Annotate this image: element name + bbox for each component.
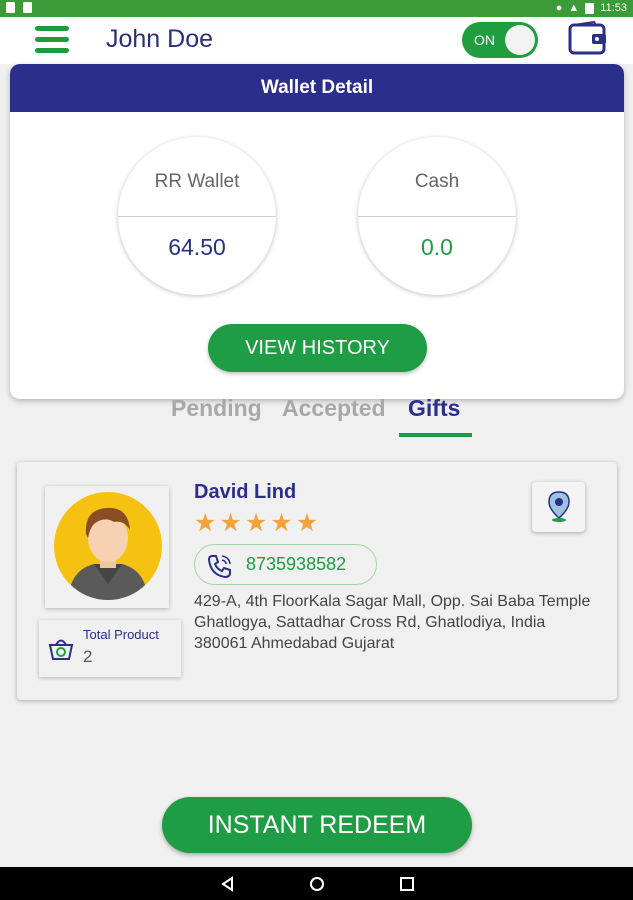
status-bar: ● ▲ 11:53 bbox=[0, 0, 633, 17]
star-icon: ★ bbox=[270, 509, 293, 537]
tab-accepted[interactable]: Accepted bbox=[282, 395, 386, 422]
location-button[interactable] bbox=[532, 482, 585, 532]
instant-redeem-button[interactable]: INSTANT REDEEM bbox=[162, 797, 472, 853]
signal-icon: ▲ bbox=[568, 2, 580, 14]
avatar-frame bbox=[45, 486, 169, 608]
total-product-label: Total Product bbox=[83, 627, 159, 642]
back-icon[interactable] bbox=[218, 874, 238, 894]
divider bbox=[118, 216, 276, 217]
tab-pending[interactable]: Pending bbox=[171, 395, 262, 422]
cash-label: Cash bbox=[414, 171, 460, 192]
gift-card[interactable]: Total Product 2 David Lind ★ ★ ★ ★ ★ 873… bbox=[17, 462, 617, 700]
divider bbox=[358, 216, 516, 217]
tab-gifts[interactable]: Gifts bbox=[408, 395, 460, 422]
phone-number: 8735938582 bbox=[246, 554, 347, 574]
lock-icon bbox=[23, 2, 32, 13]
hamburger-menu-icon[interactable] bbox=[35, 24, 69, 56]
total-product-box: Total Product 2 bbox=[39, 620, 181, 677]
map-pin-icon bbox=[548, 491, 570, 522]
battery-icon bbox=[585, 2, 595, 14]
system-nav-bar bbox=[0, 867, 633, 900]
active-tab-indicator bbox=[399, 433, 472, 437]
home-icon[interactable] bbox=[307, 874, 327, 894]
phone-call-button[interactable]: 8735938582 bbox=[194, 544, 377, 585]
rr-wallet-circle: RR Wallet 64.50 bbox=[118, 137, 276, 295]
rr-wallet-value: 64.50 bbox=[168, 234, 226, 260]
toggle-knob bbox=[505, 25, 535, 55]
rr-wallet-label: RR Wallet bbox=[154, 171, 240, 192]
app-bar: John Doe ON bbox=[0, 17, 633, 64]
phone-icon bbox=[207, 555, 231, 579]
recipient-name: David Lind bbox=[194, 481, 297, 503]
user-name-title: John Doe bbox=[106, 25, 214, 53]
location-status-icon: ● bbox=[555, 2, 563, 14]
cash-value: 0.0 bbox=[421, 234, 453, 260]
view-history-button[interactable]: VIEW HISTORY bbox=[208, 324, 427, 372]
star-icon: ★ bbox=[295, 509, 319, 537]
cash-circle: Cash 0.0 bbox=[358, 137, 516, 295]
recents-icon[interactable] bbox=[397, 874, 417, 894]
online-toggle[interactable]: ON bbox=[462, 22, 538, 58]
star-icon: ★ bbox=[194, 509, 217, 537]
star-icon: ★ bbox=[219, 509, 242, 537]
tab-bar: Pending Accepted Gifts bbox=[0, 395, 633, 440]
address-text: 429-A, 4th FloorKala Sagar Mall, Opp. Sa… bbox=[194, 593, 591, 652]
rating-stars: ★ ★ ★ ★ ★ bbox=[194, 510, 318, 536]
status-time: 11:53 bbox=[600, 2, 627, 14]
wallet-detail-title: Wallet Detail bbox=[10, 64, 624, 112]
star-icon: ★ bbox=[244, 509, 268, 537]
notification-icon bbox=[6, 2, 15, 13]
wallet-detail-card: Wallet Detail RR Wallet 64.50 Cash 0.0 V… bbox=[10, 64, 624, 399]
total-product-value: 2 bbox=[83, 647, 93, 666]
basket-icon bbox=[48, 639, 74, 660]
wallet-icon[interactable] bbox=[568, 20, 608, 57]
avatar bbox=[54, 492, 162, 600]
toggle-label: ON bbox=[474, 32, 495, 48]
